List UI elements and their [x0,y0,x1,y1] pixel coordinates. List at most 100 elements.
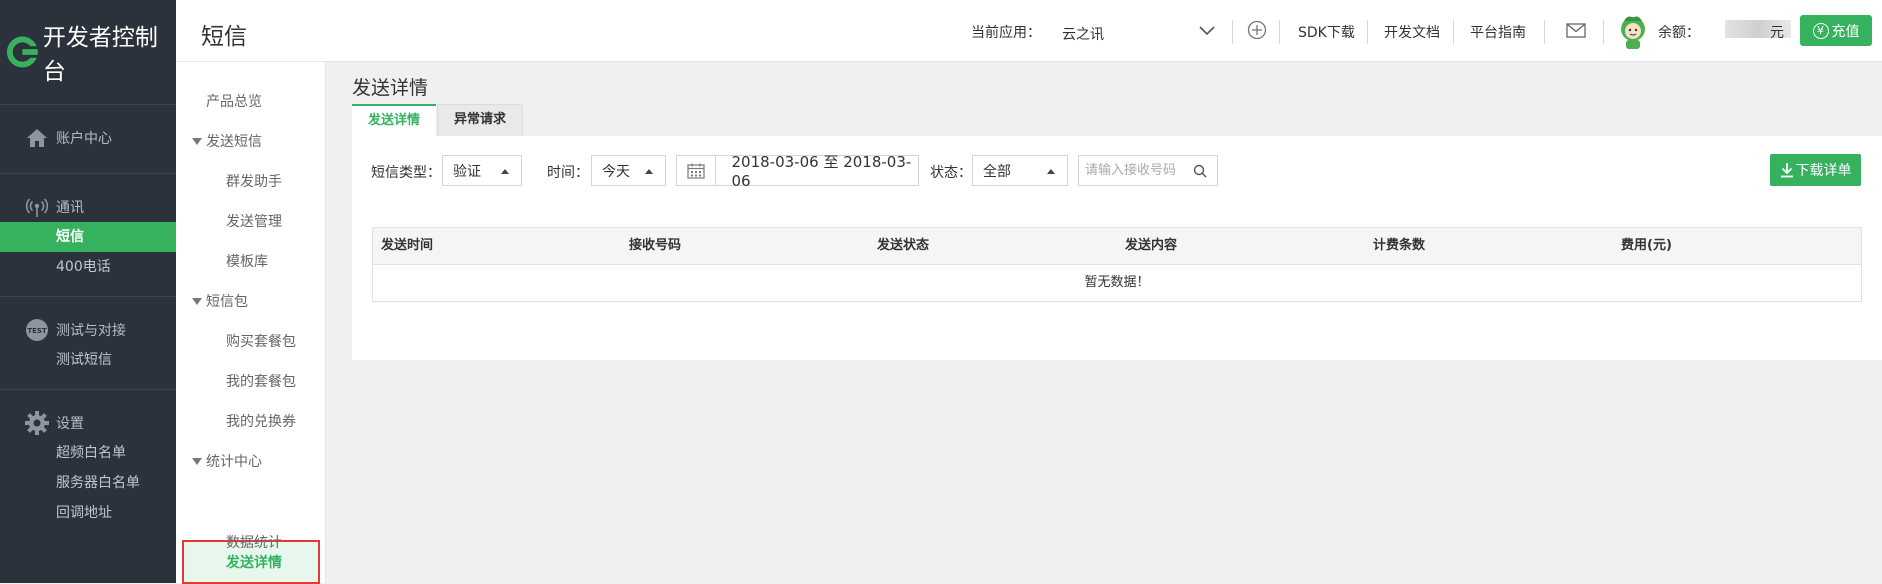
time-select[interactable]: 今天 [591,155,666,186]
nav-group-label: 设置 [56,416,84,432]
submenu-group-label: 统计中心 [206,454,262,470]
svg-text:TEST: TEST [27,327,47,335]
header-divider [1367,20,1368,44]
balance-label: 余额： [1658,25,1700,41]
sms-type-label: 短信类型： [371,165,441,181]
submenu-item-buy-package[interactable]: 购买套餐包 [226,331,296,351]
header-divider [1544,20,1545,44]
brand-logo-icon [6,36,38,68]
column-recipient[interactable]: 接收号码 [621,228,869,264]
add-app-icon[interactable] [1247,20,1267,40]
nav-group-label: 测试与对接 [56,323,126,339]
nav-group-communication: 通讯 短信 400电话 [0,174,176,296]
platform-guide-link[interactable]: 平台指南 [1470,22,1526,42]
submenu-group-label: 短信包 [206,294,248,310]
avatar[interactable] [1616,14,1650,50]
phone-search-input[interactable] [1085,163,1193,178]
nav-item-communication[interactable]: 通讯 [0,192,176,222]
column-send-time[interactable]: 发送时间 [373,228,621,264]
nav-group-account: 账户中心 [0,105,176,173]
tab-send-details[interactable]: 发送详情 [352,104,437,136]
sms-submenu: 产品总览 发送短信 群发助手 发送管理 模板库 短信包 购买套餐包 我的套餐包 … [176,62,326,584]
search-icon[interactable] [1193,164,1207,178]
submenu-item-overview[interactable]: 产品总览 [206,91,262,111]
header-divider [1453,20,1454,44]
nav-item-callback-url[interactable]: 回调地址 [0,498,176,528]
submenu-group-sms-pack[interactable]: 短信包 [192,291,248,311]
phone-search-box [1078,155,1218,186]
tab-abnormal-requests[interactable]: 异常请求 [437,104,524,136]
time-value: 今天 [602,163,630,180]
time-label: 时间： [547,165,589,181]
page-title: 短信 [201,24,247,50]
status-select[interactable]: 全部 [972,155,1068,186]
header-divider [1232,20,1233,44]
column-billing-count[interactable]: 计费条数 [1365,228,1613,264]
main-sidebar: 开发者控制台 账户中心 通讯 短信 400电话 TEST 测试与对接 测试短信 … [0,0,176,583]
balance-unit: 元 [1770,25,1784,41]
submenu-item-my-coupons[interactable]: 我的兑换券 [226,411,296,431]
brand-logo-area[interactable]: 开发者控制台 [0,0,176,104]
nav-item-settings[interactable]: 设置 [0,408,176,438]
nav-group-testing: TEST 测试与对接 测试短信 [0,297,176,389]
download-details-button[interactable]: 下载详单 [1770,154,1861,186]
current-app-select[interactable]: 云之讯 [1062,24,1104,44]
brand-title: 开发者控制台 [42,25,158,85]
content-tabs: 发送详情 异常请求 [352,104,524,136]
submenu-item-data-stats[interactable]: 数据统计 [226,532,282,552]
submenu-group-send-sms[interactable]: 发送短信 [192,131,262,151]
column-fee[interactable]: 费用(元) [1613,228,1861,264]
nav-item-sms[interactable]: 短信 [0,222,176,252]
sdk-download-link[interactable]: SDK下载 [1298,22,1355,42]
signal-icon [24,194,50,220]
gear-icon [24,410,50,436]
nav-group-label: 账户中心 [56,131,112,147]
header-divider [1603,20,1604,44]
current-app-label: 当前应用： [971,25,1041,41]
caret-up-icon [1047,169,1055,174]
download-icon [1780,163,1793,178]
submenu-group-label: 发送短信 [206,134,262,150]
caret-up-icon [501,169,509,174]
chevron-down-icon[interactable] [1198,25,1216,37]
nav-item-test-sms[interactable]: 测试短信 [0,345,176,375]
calendar-icon [677,156,716,185]
nav-item-400-phone[interactable]: 400电话 [0,252,176,282]
submenu-item-send-management[interactable]: 发送管理 [226,211,282,231]
details-panel: 短信类型： 验证 时间： 今天 2018-03-06 至 2018-03-06 … [352,136,1882,360]
caret-down-icon [192,297,202,305]
content-title: 发送详情 [352,77,429,99]
nav-item-account-center[interactable]: 账户中心 [0,123,176,153]
submenu-item-my-package[interactable]: 我的套餐包 [226,371,296,391]
status-value: 全部 [983,163,1011,180]
caret-up-icon [645,169,653,174]
top-header: 短信 当前应用： 云之讯 SDK下载 开发文档 平台指南 余额： 元 ¥ 充值 [176,0,1882,62]
submenu-item-template-library[interactable]: 模板库 [226,251,268,271]
column-content[interactable]: 发送内容 [1117,228,1365,264]
header-divider [1279,20,1280,44]
empty-state-text: 暂无数据！ [1084,275,1150,290]
nav-item-overclock-whitelist[interactable]: 超频白名单 [0,438,176,468]
home-icon [24,125,50,151]
recharge-label: 充值 [1831,23,1860,40]
mail-icon[interactable] [1566,23,1586,38]
download-label: 下载详单 [1795,163,1852,179]
yen-icon: ¥ [1812,22,1829,39]
submenu-item-bulk-assistant[interactable]: 群发助手 [226,171,282,191]
dev-docs-link[interactable]: 开发文档 [1384,22,1440,42]
submenu-group-stats-center[interactable]: 统计中心 [192,451,262,471]
sms-type-value: 验证 [453,163,481,180]
nav-item-testing[interactable]: TEST 测试与对接 [0,315,176,345]
table-header: 发送时间 接收号码 发送状态 发送内容 计费条数 费用(元) [373,228,1861,265]
nav-item-server-whitelist[interactable]: 服务器白名单 [0,468,176,498]
column-send-status[interactable]: 发送状态 [869,228,1117,264]
nav-group-settings: 设置 超频白名单 服务器白名单 回调地址 [0,390,176,540]
caret-down-icon [192,457,202,465]
status-label: 状态： [930,165,972,181]
sms-type-select[interactable]: 验证 [442,155,522,186]
date-range-value: 2018-03-06 至 2018-03-06 [731,153,912,190]
send-details-table: 发送时间 接收号码 发送状态 发送内容 计费条数 费用(元) 暂无数据！ [372,227,1862,302]
date-range-picker[interactable]: 2018-03-06 至 2018-03-06 [676,153,919,190]
test-icon: TEST [24,317,50,343]
recharge-button[interactable]: ¥ 充值 [1800,15,1872,46]
